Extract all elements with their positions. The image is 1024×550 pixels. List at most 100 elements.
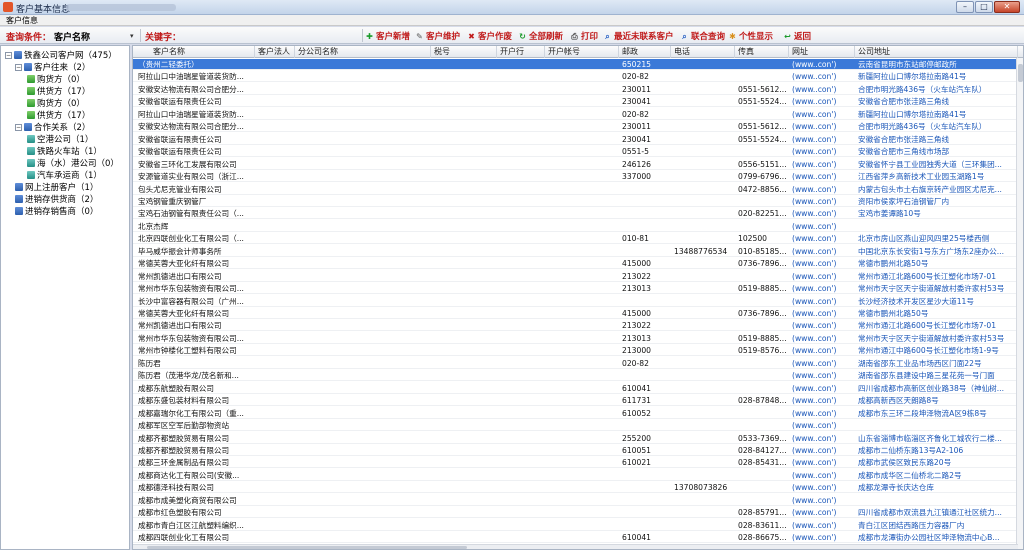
tree-item[interactable]: 进销存销售商（0）: [15, 205, 98, 217]
chevron-down-icon[interactable]: ▾: [130, 32, 134, 40]
table-row[interactable]: 成都齐都塑胶贸易有限公司 255200 0533-7369... (www..con'…: [133, 433, 1023, 444]
toolbar: 查询条件： 客户名称 ▾ 关键字： ✚ 客户新增 ✎ 客户维护 ✖ 客户作废 ↻…: [0, 27, 1024, 44]
folder-icon: [27, 111, 35, 119]
column-header[interactable]: 传真: [735, 46, 789, 58]
table-row[interactable]: 阿拉山口中油瑞星管道装货防... 020-82 (www..con') 新疆阿拉山口博…: [133, 109, 1023, 120]
table-row[interactable]: 安徽省联运有限责任公司 230041 0551-5524... (www..con')…: [133, 96, 1023, 108]
table-row[interactable]: 常州凯德进出口有限公司 213022 (www..con') 常州市通江北路600号长…: [133, 271, 1023, 282]
table-row[interactable]: 北京四联创业化工有限公司（... 010-81 102500 (www..con') 北…: [133, 233, 1023, 245]
table-row[interactable]: 长沙中富容器有限公司（广州... (www..con') 长沙经济技术开发区星沙大道…: [133, 296, 1023, 307]
tree-item[interactable]: 购货方（0）: [27, 97, 85, 109]
horizontal-scroll-thumb[interactable]: [147, 546, 467, 549]
column-header[interactable]: 开户帐号: [545, 46, 619, 58]
column-header[interactable]: 开户行: [497, 46, 545, 58]
column-header[interactable]: 邮政: [619, 46, 671, 58]
tree-item[interactable]: − 铁鑫公司客户网（475）: [5, 49, 117, 61]
keyword-input[interactable]: [178, 29, 358, 42]
column-header[interactable]: 分公司名称: [295, 46, 431, 58]
table-row[interactable]: 成都东航塑胶有限公司 610041 (www..con') 四川省成都市高新区创业路3…: [133, 383, 1023, 394]
table-row[interactable]: 常州市华东包装物资有限公司... 213013 0519-8885... (www..…: [133, 333, 1023, 344]
table-row[interactable]: 毕马威华振会计师事务所 13488776534 010-85185... (www..…: [133, 246, 1023, 257]
table-row[interactable]: 安徽省联运有限责任公司 230041 0551-5524... (www..con')…: [133, 134, 1023, 145]
column-header[interactable]: 公司地址: [855, 46, 1018, 58]
table-row[interactable]: 常德芙蓉大亚化纤有限公司 415000 0736-7896... (www..con'…: [133, 258, 1023, 270]
website-cell: (www..con'): [792, 172, 837, 182]
custom-display-button[interactable]: ✱ 个性显示: [728, 30, 773, 43]
column-header[interactable]: 客户名称: [133, 46, 255, 58]
table-row[interactable]: 成都嘉瑞尔化工有限公司（重... 610052 (www..con') 成都市东三环二…: [133, 408, 1023, 419]
website-cell: (www..con'): [792, 346, 837, 356]
title-bar: 客户基本信息 – □ ✕: [0, 0, 1024, 15]
tree-item[interactable]: − 客户往来（2）: [15, 61, 90, 73]
recent-uncontacted-button[interactable]: ⌕ 最近未联系客户: [603, 30, 673, 43]
phone-cell: [671, 283, 735, 294]
column-header[interactable]: 税号: [431, 46, 497, 58]
table-row[interactable]: 陈历君（茂港华龙/茂名新和... (www..con') 湖南省邵东县建设中路三星花…: [133, 370, 1023, 382]
table-row[interactable]: 成都齐都塑胶贸易有限公司 610051 028-84127... (www..con'…: [133, 445, 1023, 456]
table-row[interactable]: 安源管道实业有限公司（浙江... 337000 0799-6796... (www..…: [133, 171, 1023, 183]
add-customer-button[interactable]: ✚ 客户新增: [365, 30, 410, 43]
tree-item[interactable]: 铁路火车站（1）: [27, 145, 102, 157]
postal-code-cell: 213000: [622, 346, 651, 356]
search-icon: ⌕: [605, 31, 610, 41]
table-row[interactable]: 安徽省联运有限责任公司 0551-5 (www..con') 安徽省合肥市三角线市场部: [133, 146, 1023, 158]
print-button[interactable]: ⎙ 打印: [570, 30, 598, 43]
column-header[interactable]: 客户法人: [255, 46, 295, 58]
table-row[interactable]: 成都德泽科技有限公司 13708073826 (www..con') 成都龙潭寺长庆达…: [133, 482, 1023, 494]
tree-item[interactable]: − 合作关系（2）: [15, 121, 90, 133]
close-button[interactable]: ✕: [994, 1, 1020, 13]
collapse-icon[interactable]: −: [5, 51, 12, 59]
table-row[interactable]: 成都市青白江区江航塑料编织... 028-83611... (www..con') 青…: [133, 520, 1023, 531]
tree-item[interactable]: 进销存供货商（2）: [15, 193, 98, 205]
table-row[interactable]: 成都市成美塑化商贸有限公司 (www..con'): [133, 495, 1023, 506]
horizontal-scrollbar[interactable]: [133, 544, 1018, 549]
refresh-all-button[interactable]: ↻ 全部刷新: [518, 30, 563, 43]
vertical-scrollbar[interactable]: [1016, 58, 1023, 549]
tree-item[interactable]: 购货方（0）: [27, 73, 85, 85]
table-row[interactable]: 安徽安达物流有限公司合肥分... 230011 0551-5612... (www..…: [133, 121, 1023, 133]
menu-customer-info[interactable]: 客户信息: [6, 15, 38, 26]
table-row[interactable]: 成都四联创业化工有限公司 610041 028-86675... (www..con'…: [133, 532, 1023, 544]
maximize-button[interactable]: □: [975, 1, 993, 13]
collapse-icon[interactable]: −: [15, 123, 22, 131]
query-condition-select[interactable]: 客户名称: [54, 30, 90, 43]
table-row[interactable]: 成都商达化工有限公司(安徽... (www..con') 成都市成华区二仙桥北二路2…: [133, 470, 1023, 481]
tree-item[interactable]: 空港公司（1）: [27, 133, 93, 145]
postal-code-cell: [619, 208, 675, 219]
tree-item[interactable]: 汽车承运商（1）: [27, 169, 102, 181]
phone-cell: [671, 370, 735, 381]
return-button[interactable]: ↩ 返回: [783, 30, 811, 43]
table-row[interactable]: 常州凯德进出口有限公司 213022 (www..con') 常州市通江北路600号长…: [133, 320, 1023, 332]
table-row[interactable]: 宝鸡钢管重庆钢管厂 (www..con') 资阳市侯家坪石油钢管厂内: [133, 196, 1023, 207]
collapse-icon[interactable]: −: [15, 63, 22, 71]
column-header[interactable]: 电话: [671, 46, 735, 58]
table-row[interactable]: 陈历君 020-82 (www..con') 湖南省邵东工业品市场西区门面22号: [133, 358, 1023, 369]
table-row[interactable]: 常德芙蓉大亚化纤有限公司 415000 0736-7896... (www..con'…: [133, 308, 1023, 319]
tree-item[interactable]: 供货方（17）: [27, 85, 90, 97]
table-row[interactable]: 常州市钟楼化工塑料有限公司 213000 0519-8576... (www..con…: [133, 345, 1023, 357]
print-icon: ⎙: [571, 31, 578, 41]
table-row[interactable]: 包头尤尼克管业有限公司 0472-8856... (www..con') 内蒙古包头市…: [133, 184, 1023, 195]
edit-customer-button[interactable]: ✎ 客户维护: [415, 30, 460, 43]
tree-item[interactable]: 海（水）港公司（0）: [27, 157, 119, 169]
table-row[interactable]: 安徽省三环化工发展有限公司 246126 0556-5151... (www..con…: [133, 159, 1023, 170]
column-header[interactable]: 网址: [789, 46, 855, 58]
joint-query-button[interactable]: ⌕ 联合查询: [680, 30, 725, 43]
fax-cell: [735, 320, 791, 331]
vertical-scroll-thumb[interactable]: [1018, 64, 1023, 82]
table-row[interactable]: 宝鸡石油钢管有限责任公司（... 020-82251... (www..con') 宝…: [133, 208, 1023, 220]
table-row[interactable]: 成都东盛包装材料有限公司 611731 028-87848... (www..con'…: [133, 395, 1023, 407]
tree-item[interactable]: 供货方（17）: [27, 109, 90, 121]
table-row[interactable]: 安徽安达物流有限公司合肥分... 230011 0551-5612... (www..…: [133, 84, 1023, 95]
void-customer-button[interactable]: ✖ 客户作废: [467, 30, 512, 43]
table-row[interactable]: 成都军区空军后勤部物资站 (www..con'): [133, 420, 1023, 432]
table-row[interactable]: （贵州二轻委托） 650215 (www..con') 云南省昆明市东站邮停邮政所: [133, 59, 1023, 70]
table-row[interactable]: 常州市华东包装物资有限公司... 213013 0519-8885... (www..…: [133, 283, 1023, 295]
table-row[interactable]: 阿拉山口中油瑞星管道装货防... 020-82 (www..con') 新疆阿拉山口博…: [133, 71, 1023, 83]
table-row[interactable]: 成都三环金属制品有限公司 610021 028-85431... (www..con'…: [133, 457, 1023, 469]
tree-item[interactable]: 网上注册客户（1）: [15, 181, 98, 193]
table-row[interactable]: 成都市红色塑胶有限公司 028-85791... (www..con') 四川省成都市…: [133, 507, 1023, 519]
table-row[interactable]: 北京杰辉 (www..con'): [133, 221, 1023, 232]
customer-name-cell: 北京杰辉: [138, 221, 169, 231]
minimize-button[interactable]: –: [956, 1, 974, 13]
